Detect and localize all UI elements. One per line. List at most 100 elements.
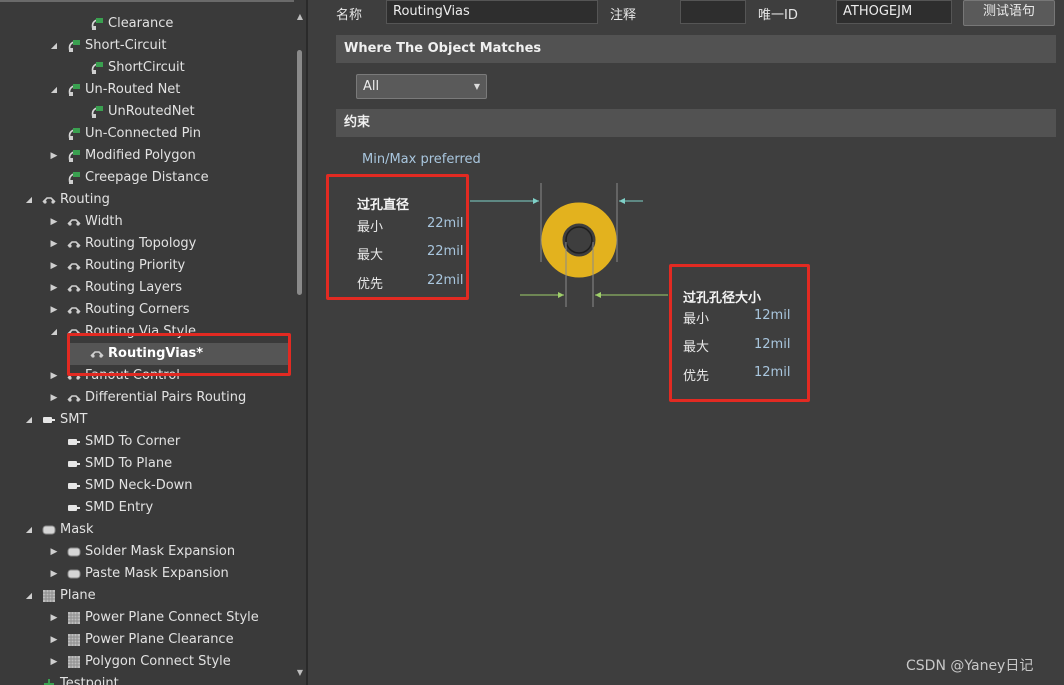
where-matches-header: Where The Object Matches (336, 35, 1056, 63)
routing-icon (67, 303, 81, 317)
watermark: CSDN @Yaney日记 (906, 658, 1034, 674)
tree-item-power-plane-connect-style[interactable]: ▶ Power Plane Connect Style (0, 607, 292, 629)
routing-icon (42, 193, 56, 207)
tree-item-routing-topology[interactable]: ▶ Routing Topology (0, 233, 292, 255)
expand-right-icon[interactable]: ▶ (49, 299, 59, 321)
expand-down-icon[interactable]: ◢ (24, 519, 34, 541)
scope-dropdown[interactable]: All ▼ (356, 74, 487, 99)
expand-down-icon[interactable]: ◢ (24, 409, 34, 431)
plane-icon (67, 633, 81, 647)
expand-right-icon[interactable]: ▶ (49, 277, 59, 299)
tree-item-shortcircuit[interactable]: ShortCircuit (0, 57, 292, 79)
tree-item-routing-priority[interactable]: ▶ Routing Priority (0, 255, 292, 277)
tree-item-label: SMD Neck-Down (85, 478, 193, 493)
expand-right-icon[interactable]: ▶ (49, 563, 59, 585)
tree-item-label: Routing Topology (85, 236, 197, 251)
tree-item-routing-corners[interactable]: ▶ Routing Corners (0, 299, 292, 321)
tree-item-modified-polygon[interactable]: ▶ Modified Polygon (0, 145, 292, 167)
expand-right-icon[interactable]: ▶ (49, 365, 59, 387)
tree-item-label: SMT (60, 412, 88, 427)
expand-down-icon[interactable]: ◢ (49, 321, 59, 343)
tree-item-label: ShortCircuit (108, 60, 185, 75)
expand-right-icon[interactable]: ▶ (49, 387, 59, 409)
tree-item-routing[interactable]: ◢ Routing (0, 189, 292, 211)
expand-right-icon[interactable]: ▶ (49, 145, 59, 167)
tree-item-plane[interactable]: ◢ Plane (0, 585, 292, 607)
tree-item-smd-entry[interactable]: SMD Entry (0, 497, 292, 519)
tree-item-label: Modified Polygon (85, 148, 196, 163)
expand-right-icon[interactable]: ▶ (49, 541, 59, 563)
tree-item-label: Power Plane Connect Style (85, 610, 259, 625)
tree-item-width[interactable]: ▶ Width (0, 211, 292, 233)
tree-item-differential-pairs-routing[interactable]: ▶ Differential Pairs Routing (0, 387, 292, 409)
tree-top-divider (0, 0, 294, 2)
tree-item-short-circuit[interactable]: ◢ Short-Circuit (0, 35, 292, 57)
tree-item-label: UnRoutedNet (108, 104, 195, 119)
chevron-down-icon: ▼ (473, 82, 480, 91)
tree-item-un-routed-net[interactable]: ◢ Un-Routed Net (0, 79, 292, 101)
tree-item-power-plane-clearance[interactable]: ▶ Power Plane Clearance (0, 629, 292, 651)
expand-down-icon[interactable]: ◢ (24, 189, 34, 211)
smt-icon (67, 457, 81, 471)
tree-item-label: Solder Mask Expansion (85, 544, 236, 559)
tree-item-creepage-distance[interactable]: Creepage Distance (0, 167, 292, 189)
tree-item-label: Testpoint (60, 676, 119, 685)
routing-icon (67, 281, 81, 295)
tree-item-solder-mask-expansion[interactable]: ▶ Solder Mask Expansion (0, 541, 292, 563)
tree-item-label: Clearance (108, 16, 174, 31)
tree-item-routing-layers[interactable]: ▶ Routing Layers (0, 277, 292, 299)
tree-item-label: SMD To Corner (85, 434, 181, 449)
via-diameter-highlight (326, 174, 469, 300)
name-input[interactable]: RoutingVias (386, 0, 598, 24)
tree-item-smd-to-corner[interactable]: SMD To Corner (0, 431, 292, 453)
tree-item-un-connected-pin[interactable]: Un-Connected Pin (0, 123, 292, 145)
expand-right-icon[interactable]: ▶ (49, 607, 59, 629)
tree-item-testpoint[interactable]: Testpoint (0, 673, 292, 685)
tree-item-label: Short-Circuit (85, 38, 167, 53)
routing-icon (67, 259, 81, 273)
expand-right-icon[interactable]: ▶ (49, 651, 59, 673)
tree-item-label: Paste Mask Expansion (85, 566, 229, 581)
constraint-mode-label: Min/Max preferred (362, 152, 481, 167)
scroll-down-icon[interactable]: ▼ (294, 668, 306, 677)
unique-id-input[interactable]: ATHOGEJM (836, 0, 952, 24)
tree-scrollbar[interactable]: ▲ ▼ (294, 0, 306, 685)
routing-icon (67, 215, 81, 229)
name-label: 名称 (336, 8, 363, 23)
tree-item-mask[interactable]: ◢ Mask (0, 519, 292, 541)
rule-icon (67, 39, 81, 53)
plane-icon (67, 611, 81, 625)
selected-rule-highlight (67, 333, 291, 376)
plane-icon (67, 655, 81, 669)
tree-item-paste-mask-expansion[interactable]: ▶ Paste Mask Expansion (0, 563, 292, 585)
tree-item-smd-neck-down[interactable]: SMD Neck-Down (0, 475, 292, 497)
scroll-up-icon[interactable]: ▲ (294, 12, 306, 21)
expand-down-icon[interactable]: ◢ (49, 35, 59, 57)
tree-item-label: Routing Corners (85, 302, 190, 317)
expand-right-icon[interactable]: ▶ (49, 629, 59, 651)
tree-item-label: Routing Layers (85, 280, 182, 295)
tree-item-label: Routing Priority (85, 258, 186, 273)
expand-right-icon[interactable]: ▶ (49, 255, 59, 277)
scroll-thumb[interactable] (297, 50, 302, 295)
expand-down-icon[interactable]: ◢ (24, 585, 34, 607)
rule-icon (67, 149, 81, 163)
expand-right-icon[interactable]: ▶ (49, 233, 59, 255)
scope-dropdown-value: All (363, 79, 380, 94)
expand-right-icon[interactable]: ▶ (49, 211, 59, 233)
tree-item-smd-to-plane[interactable]: SMD To Plane (0, 453, 292, 475)
tree-item-label: SMD To Plane (85, 456, 173, 471)
rule-icon (67, 127, 81, 141)
testpoint-icon (42, 677, 56, 685)
tree-item-unroutednet[interactable]: UnRoutedNet (0, 101, 292, 123)
comment-input[interactable] (680, 0, 746, 24)
test-query-button[interactable]: 测试语句 (963, 0, 1055, 26)
tree-item-polygon-connect-style[interactable]: ▶ Polygon Connect Style (0, 651, 292, 673)
tree-item-smt[interactable]: ◢ SMT (0, 409, 292, 431)
routing-icon (67, 237, 81, 251)
expand-down-icon[interactable]: ◢ (49, 79, 59, 101)
rule-icon (90, 61, 104, 75)
comment-label: 注释 (610, 8, 637, 23)
tree-item-clearance[interactable]: Clearance (0, 13, 292, 35)
rule-icon (90, 17, 104, 31)
